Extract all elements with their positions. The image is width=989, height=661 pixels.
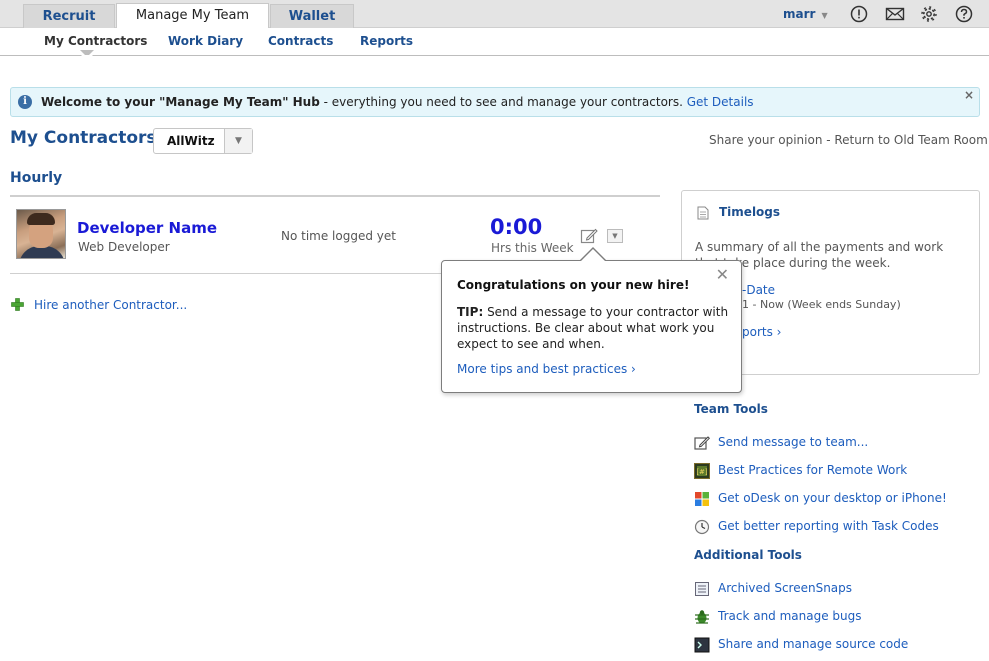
subnav-reports[interactable]: Reports [360,34,413,48]
document-icon [697,206,709,220]
windows-icon [695,492,709,506]
additional-tool-label[interactable]: Share and manage source code [718,637,908,651]
welcome-message: Welcome to your "Manage My Team" Hub - e… [41,95,754,109]
team-tool-label[interactable]: Best Practices for Remote Work [718,463,907,477]
best-practices-icon: [#] [694,463,710,479]
contractor-name-link[interactable]: Developer Name [77,219,217,237]
timelogs-reports-link[interactable]: ports › [742,325,781,339]
subnav-active-pointer-inner [81,55,93,61]
welcome-banner: i Welcome to your "Manage My Team" Hub -… [10,87,980,117]
top-tab-bar: Recruit Manage My Team Wallet marr ▼ [0,0,989,28]
clock-icon [694,519,710,535]
plus-icon[interactable] [11,298,24,311]
alert-circle-icon[interactable] [850,5,868,23]
team-tool-label[interactable]: Send message to team... [718,435,868,449]
share-opinion-links[interactable]: Share your opinion - Return to Old Team … [709,133,988,147]
time-status: No time logged yet [281,229,396,243]
contractor-title: Web Developer [78,240,170,254]
tip-text: Send a message to your contractor with i… [457,305,729,351]
timelogs-week-link[interactable]: -Date [742,283,775,297]
info-icon: i [18,95,32,109]
tab-wallet[interactable]: Wallet [270,4,354,28]
archive-icon [695,582,709,596]
subnav-my-contractors[interactable]: My Contractors [44,34,147,48]
tip-label: TIP: [457,305,484,319]
team-tools-heading: Team Tools [694,402,768,416]
additional-tool-label[interactable]: Track and manage bugs [718,609,862,623]
svg-text:[#]: [#] [696,468,708,476]
avatar[interactable] [16,209,66,259]
bug-icon [695,610,709,624]
close-icon[interactable]: ✕ [716,265,729,284]
section-title-hourly: Hourly [10,170,63,186]
popover-arrow-inner [581,249,605,261]
envelope-icon[interactable] [885,5,905,23]
tab-manage-my-team[interactable]: Manage My Team [116,3,269,28]
subnav-contracts[interactable]: Contracts [268,34,333,48]
user-menu[interactable]: marr ▼ [783,7,828,21]
sub-navigation: My Contractors Work Diary Contracts Repo… [0,28,989,56]
team-select-value: AllWitz [167,134,215,148]
team-tool-label[interactable]: Get oDesk on your desktop or iPhone! [718,491,947,505]
timelogs-week-range: 1 - Now (Week ends Sunday) [742,298,901,311]
additional-tool-label[interactable]: Archived ScreenSnaps [718,581,852,595]
close-icon[interactable]: × [964,88,974,102]
team-tool-label[interactable]: Get better reporting with Task Codes [718,519,939,533]
terminal-icon [694,637,710,653]
welcome-text: - everything you need to see and manage … [319,95,687,109]
chevron-down-icon: ▼ [821,11,828,20]
more-tips-link[interactable]: More tips and best practices › [457,362,636,376]
page-title: My Contractors [10,128,157,148]
gear-icon[interactable] [920,5,938,23]
hours-value: 0:00 [490,215,543,239]
chevron-down-icon[interactable]: ▼ [224,129,252,153]
hire-contractor-link[interactable]: Hire another Contractor... [34,298,187,312]
get-details-link[interactable]: Get Details [687,95,754,109]
help-circle-icon[interactable] [955,5,973,23]
popover-title: Congratulations on your new hire! [457,278,690,292]
chevron-down-icon[interactable]: ▼ [607,229,623,243]
subnav-work-diary[interactable]: Work Diary [168,34,243,48]
compose-icon [694,436,710,450]
avatar-hair [27,213,55,225]
section-divider [10,195,660,197]
new-hire-popover: ✕ Congratulations on your new hire! TIP:… [441,260,742,393]
compose-icon[interactable] [580,227,598,245]
timelogs-title-link[interactable]: Timelogs [719,205,780,219]
tab-recruit[interactable]: Recruit [23,4,115,28]
popover-tip: TIP: Send a message to your contractor w… [457,304,732,352]
welcome-title: Welcome to your "Manage My Team" Hub [41,95,320,109]
additional-tools-heading: Additional Tools [694,548,802,562]
team-select[interactable]: AllWitz ▼ [153,128,253,154]
hours-label: Hrs this Week [491,241,574,255]
user-name: marr [783,7,816,21]
